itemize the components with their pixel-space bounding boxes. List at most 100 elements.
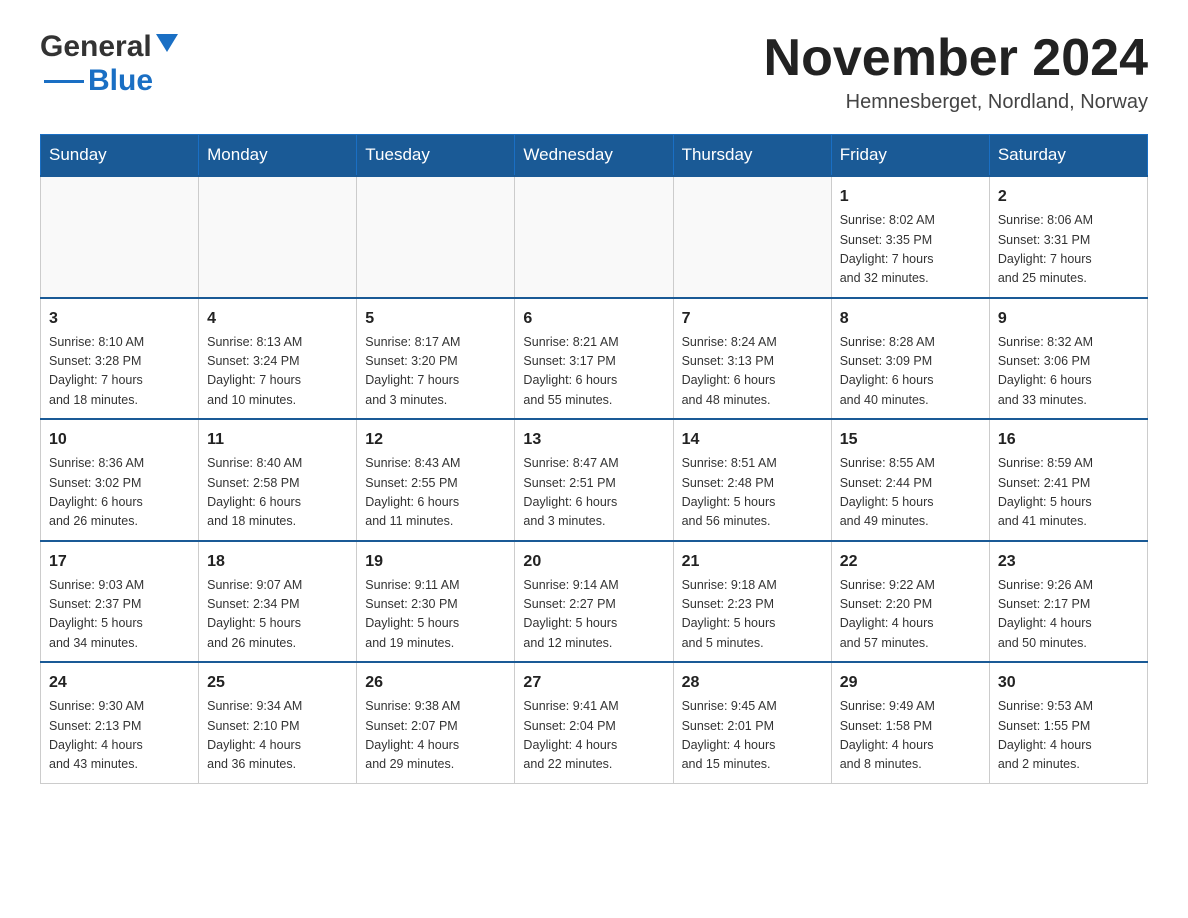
day-info: Sunrise: 8:32 AM Sunset: 3:06 PM Dayligh… [998,333,1139,411]
day-info: Sunrise: 8:43 AM Sunset: 2:55 PM Dayligh… [365,454,506,532]
calendar-cell: 26Sunrise: 9:38 AM Sunset: 2:07 PM Dayli… [357,662,515,783]
day-info: Sunrise: 9:26 AM Sunset: 2:17 PM Dayligh… [998,576,1139,654]
day-info: Sunrise: 9:49 AM Sunset: 1:58 PM Dayligh… [840,697,981,775]
day-number: 6 [523,307,664,331]
calendar-cell: 5Sunrise: 8:17 AM Sunset: 3:20 PM Daylig… [357,298,515,420]
calendar-cell: 3Sunrise: 8:10 AM Sunset: 3:28 PM Daylig… [41,298,199,420]
day-info: Sunrise: 8:21 AM Sunset: 3:17 PM Dayligh… [523,333,664,411]
calendar-cell [673,176,831,298]
day-info: Sunrise: 9:38 AM Sunset: 2:07 PM Dayligh… [365,697,506,775]
week-row-2: 3Sunrise: 8:10 AM Sunset: 3:28 PM Daylig… [41,298,1148,420]
calendar-cell: 7Sunrise: 8:24 AM Sunset: 3:13 PM Daylig… [673,298,831,420]
day-number: 24 [49,671,190,695]
day-number: 25 [207,671,348,695]
calendar-cell: 24Sunrise: 9:30 AM Sunset: 2:13 PM Dayli… [41,662,199,783]
day-info: Sunrise: 8:13 AM Sunset: 3:24 PM Dayligh… [207,333,348,411]
day-info: Sunrise: 9:14 AM Sunset: 2:27 PM Dayligh… [523,576,664,654]
weekday-header-thursday: Thursday [673,135,831,177]
calendar-cell: 21Sunrise: 9:18 AM Sunset: 2:23 PM Dayli… [673,541,831,663]
month-title: November 2024 [764,30,1148,87]
weekday-header-row: SundayMondayTuesdayWednesdayThursdayFrid… [41,135,1148,177]
weekday-header-friday: Friday [831,135,989,177]
day-number: 3 [49,307,190,331]
calendar-cell [41,176,199,298]
calendar-cell: 9Sunrise: 8:32 AM Sunset: 3:06 PM Daylig… [989,298,1147,420]
day-number: 28 [682,671,823,695]
day-number: 27 [523,671,664,695]
day-info: Sunrise: 9:03 AM Sunset: 2:37 PM Dayligh… [49,576,190,654]
calendar-cell: 29Sunrise: 9:49 AM Sunset: 1:58 PM Dayli… [831,662,989,783]
day-number: 20 [523,550,664,574]
calendar-cell: 20Sunrise: 9:14 AM Sunset: 2:27 PM Dayli… [515,541,673,663]
calendar-cell: 2Sunrise: 8:06 AM Sunset: 3:31 PM Daylig… [989,176,1147,298]
day-number: 8 [840,307,981,331]
weekday-header-sunday: Sunday [41,135,199,177]
header-title-area: November 2024 Hemnesberget, Nordland, No… [764,30,1148,114]
calendar-cell: 11Sunrise: 8:40 AM Sunset: 2:58 PM Dayli… [199,419,357,541]
calendar-cell: 8Sunrise: 8:28 AM Sunset: 3:09 PM Daylig… [831,298,989,420]
logo-general-text: General [40,30,152,64]
logo-triangle-icon [156,34,178,56]
page-header: General Blue November 2024 Hemnesberget,… [40,30,1148,114]
day-info: Sunrise: 9:45 AM Sunset: 2:01 PM Dayligh… [682,697,823,775]
day-info: Sunrise: 8:47 AM Sunset: 2:51 PM Dayligh… [523,454,664,532]
day-info: Sunrise: 9:07 AM Sunset: 2:34 PM Dayligh… [207,576,348,654]
calendar-cell: 6Sunrise: 8:21 AM Sunset: 3:17 PM Daylig… [515,298,673,420]
day-number: 10 [49,428,190,452]
calendar-cell: 13Sunrise: 8:47 AM Sunset: 2:51 PM Dayli… [515,419,673,541]
day-info: Sunrise: 9:41 AM Sunset: 2:04 PM Dayligh… [523,697,664,775]
calendar-cell [199,176,357,298]
calendar-cell: 15Sunrise: 8:55 AM Sunset: 2:44 PM Dayli… [831,419,989,541]
day-number: 4 [207,307,348,331]
calendar-cell: 27Sunrise: 9:41 AM Sunset: 2:04 PM Dayli… [515,662,673,783]
day-number: 30 [998,671,1139,695]
day-info: Sunrise: 9:18 AM Sunset: 2:23 PM Dayligh… [682,576,823,654]
day-number: 14 [682,428,823,452]
calendar-cell: 23Sunrise: 9:26 AM Sunset: 2:17 PM Dayli… [989,541,1147,663]
day-info: Sunrise: 9:34 AM Sunset: 2:10 PM Dayligh… [207,697,348,775]
calendar-cell: 12Sunrise: 8:43 AM Sunset: 2:55 PM Dayli… [357,419,515,541]
day-info: Sunrise: 8:17 AM Sunset: 3:20 PM Dayligh… [365,333,506,411]
day-info: Sunrise: 8:51 AM Sunset: 2:48 PM Dayligh… [682,454,823,532]
calendar-cell [515,176,673,298]
day-number: 11 [207,428,348,452]
day-info: Sunrise: 8:24 AM Sunset: 3:13 PM Dayligh… [682,333,823,411]
day-info: Sunrise: 9:53 AM Sunset: 1:55 PM Dayligh… [998,697,1139,775]
day-info: Sunrise: 9:11 AM Sunset: 2:30 PM Dayligh… [365,576,506,654]
week-row-3: 10Sunrise: 8:36 AM Sunset: 3:02 PM Dayli… [41,419,1148,541]
day-number: 21 [682,550,823,574]
day-info: Sunrise: 8:28 AM Sunset: 3:09 PM Dayligh… [840,333,981,411]
calendar-cell: 19Sunrise: 9:11 AM Sunset: 2:30 PM Dayli… [357,541,515,663]
calendar-cell: 10Sunrise: 8:36 AM Sunset: 3:02 PM Dayli… [41,419,199,541]
day-info: Sunrise: 8:06 AM Sunset: 3:31 PM Dayligh… [998,211,1139,289]
day-info: Sunrise: 9:30 AM Sunset: 2:13 PM Dayligh… [49,697,190,775]
day-info: Sunrise: 8:10 AM Sunset: 3:28 PM Dayligh… [49,333,190,411]
day-number: 12 [365,428,506,452]
calendar-cell: 16Sunrise: 8:59 AM Sunset: 2:41 PM Dayli… [989,419,1147,541]
calendar-cell: 4Sunrise: 8:13 AM Sunset: 3:24 PM Daylig… [199,298,357,420]
logo: General Blue [40,30,178,98]
day-number: 16 [998,428,1139,452]
week-row-5: 24Sunrise: 9:30 AM Sunset: 2:13 PM Dayli… [41,662,1148,783]
calendar-cell [357,176,515,298]
calendar-cell: 14Sunrise: 8:51 AM Sunset: 2:48 PM Dayli… [673,419,831,541]
calendar-cell: 18Sunrise: 9:07 AM Sunset: 2:34 PM Dayli… [199,541,357,663]
day-number: 9 [998,307,1139,331]
day-number: 17 [49,550,190,574]
day-number: 26 [365,671,506,695]
weekday-header-saturday: Saturday [989,135,1147,177]
day-number: 13 [523,428,664,452]
day-number: 7 [682,307,823,331]
location-text: Hemnesberget, Nordland, Norway [764,91,1148,114]
calendar-cell: 28Sunrise: 9:45 AM Sunset: 2:01 PM Dayli… [673,662,831,783]
calendar-cell: 30Sunrise: 9:53 AM Sunset: 1:55 PM Dayli… [989,662,1147,783]
day-number: 19 [365,550,506,574]
calendar-cell: 25Sunrise: 9:34 AM Sunset: 2:10 PM Dayli… [199,662,357,783]
day-number: 2 [998,185,1139,209]
day-info: Sunrise: 8:59 AM Sunset: 2:41 PM Dayligh… [998,454,1139,532]
day-info: Sunrise: 8:40 AM Sunset: 2:58 PM Dayligh… [207,454,348,532]
weekday-header-monday: Monday [199,135,357,177]
calendar-cell: 17Sunrise: 9:03 AM Sunset: 2:37 PM Dayli… [41,541,199,663]
day-number: 23 [998,550,1139,574]
day-info: Sunrise: 8:02 AM Sunset: 3:35 PM Dayligh… [840,211,981,289]
